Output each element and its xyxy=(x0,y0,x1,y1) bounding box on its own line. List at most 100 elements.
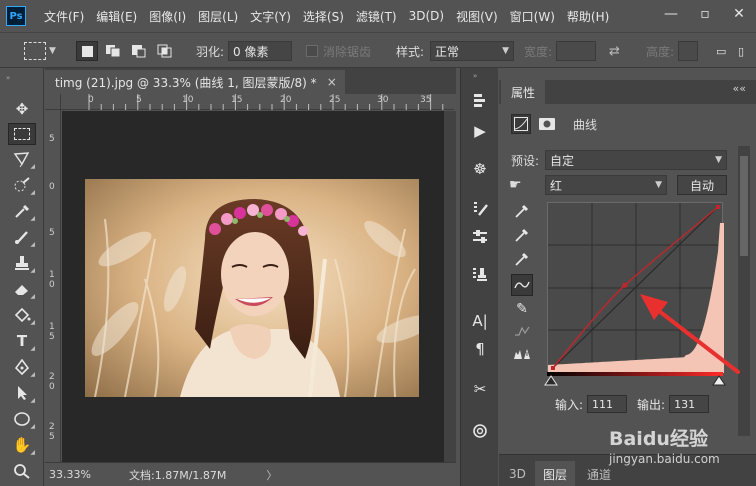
document-photo[interactable] xyxy=(85,179,419,397)
curves-adjustment-icon[interactable] xyxy=(511,114,531,134)
eyedropper-icon xyxy=(515,252,529,266)
feather-input[interactable]: 0 像素 xyxy=(228,41,293,61)
character-icon: A| xyxy=(472,312,488,330)
menu-file[interactable]: 文件(F) xyxy=(44,8,84,25)
channel-select[interactable]: 红 ▼ xyxy=(545,175,667,195)
scrollbar-thumb[interactable] xyxy=(740,156,748,256)
paragraph-panel-icon[interactable]: ¶ xyxy=(469,338,491,360)
clone-stamp-tool[interactable]: ◢ xyxy=(8,252,36,274)
menu-window[interactable]: 窗口(W) xyxy=(510,8,555,25)
stamp-icon xyxy=(473,268,487,281)
move-tool[interactable]: ✥ xyxy=(8,98,36,120)
pen-tool[interactable]: ◢ xyxy=(8,356,36,378)
adjustments-icon[interactable] xyxy=(469,226,491,248)
hand-tool[interactable]: ✋ ◢ xyxy=(8,434,36,456)
new-selection-button[interactable] xyxy=(76,41,98,61)
layer-mask-icon[interactable] xyxy=(537,114,557,134)
height-input[interactable] xyxy=(678,41,699,61)
toolbar-collapse-icon[interactable]: » xyxy=(6,74,10,82)
gray-point-eyedropper[interactable] xyxy=(511,224,533,246)
intersect-selection-button[interactable] xyxy=(154,41,176,61)
properties-tab[interactable]: 属性 xyxy=(501,80,546,104)
panel-collapse-icon[interactable]: «« xyxy=(733,82,746,95)
auto-button[interactable]: 自动 xyxy=(677,175,727,195)
output-field[interactable]: 131 xyxy=(669,395,710,413)
target-adjust-icon[interactable]: ☛ xyxy=(509,177,545,193)
menu-view[interactable]: 视图(V) xyxy=(456,8,498,25)
add-selection-button[interactable] xyxy=(102,41,124,61)
ruler-origin[interactable] xyxy=(45,94,61,110)
quick-selection-tool[interactable]: ◢ xyxy=(8,174,36,196)
character-panel-icon[interactable]: A| xyxy=(469,310,491,332)
style-select[interactable]: 正常 ▼ xyxy=(430,41,515,61)
tool-presets-icon[interactable]: ✂ xyxy=(469,378,491,400)
actions-panel-icon[interactable]: ▶ xyxy=(469,120,491,142)
preset-select[interactable]: 自定 ▼ xyxy=(545,150,727,170)
menu-type[interactable]: 文字(Y) xyxy=(250,8,291,25)
swap-dimensions-icon[interactable]: ⇄ xyxy=(609,33,620,69)
close-tab-icon[interactable]: × xyxy=(327,75,337,89)
canvas-area[interactable] xyxy=(62,111,454,462)
antialias-checkbox[interactable]: 消除锯齿 xyxy=(306,33,371,69)
type-tool[interactable]: T ◢ xyxy=(8,330,36,352)
navigator-panel-icon[interactable]: ☸ xyxy=(469,158,491,180)
crop-tool[interactable]: ◢ xyxy=(8,200,36,222)
clone-source-icon[interactable] xyxy=(469,264,491,286)
chevron-down-icon: ▼ xyxy=(49,46,56,56)
document-info: 文档:1.87M/1.87M xyxy=(129,468,227,482)
libraries-icon[interactable] xyxy=(469,420,491,442)
ruler-label: 0 xyxy=(49,182,55,192)
feather-label: 羽化: xyxy=(196,44,225,59)
input-output-row: 输入: 111 输出: 131 xyxy=(555,394,719,414)
hand-icon: ✋ xyxy=(12,436,32,454)
strip-collapse-icon[interactable]: » xyxy=(473,72,477,80)
adjustment-header: 曲线 xyxy=(511,112,597,136)
history-panel-icon[interactable] xyxy=(469,90,491,112)
zoom-tool[interactable] xyxy=(8,460,36,482)
path-selection-tool[interactable]: ◢ xyxy=(8,382,36,404)
close-window-button[interactable]: ✕ xyxy=(722,6,756,22)
ruler-label: 20 xyxy=(280,95,292,105)
menu-help[interactable]: 帮助(H) xyxy=(567,8,609,25)
brush-icon xyxy=(15,231,28,244)
rect-marquee-tool[interactable] xyxy=(8,123,36,145)
zoom-level[interactable]: 33.33% xyxy=(49,468,109,481)
marquee-preset-picker[interactable]: ▼ xyxy=(24,33,56,69)
smooth-curve-tool[interactable] xyxy=(511,320,533,342)
menu-layer[interactable]: 图层(L) xyxy=(198,8,238,25)
input-field[interactable]: 111 xyxy=(587,395,628,413)
paint-bucket-tool[interactable]: ◢ xyxy=(8,304,36,326)
brush-tool[interactable]: ◢ xyxy=(8,226,36,248)
minimize-button[interactable]: — xyxy=(654,6,688,22)
edit-points-tool[interactable] xyxy=(511,274,533,296)
draw-curve-tool[interactable]: ✎ xyxy=(511,298,533,320)
canvas-scrollbar[interactable] xyxy=(444,111,456,462)
eraser-tool[interactable]: ◢ xyxy=(8,278,36,300)
document-tab[interactable]: timg (21).jpg @ 33.3% (曲线 1, 图层蒙版/8) * × xyxy=(45,70,345,94)
black-point-eyedropper[interactable] xyxy=(511,200,533,222)
menu-edit[interactable]: 编辑(E) xyxy=(96,8,137,25)
tab-layers[interactable]: 图层 xyxy=(535,461,576,486)
menu-filter[interactable]: 滤镜(T) xyxy=(356,8,397,25)
status-bar: 33.33% 文档:1.87M/1.87M 〉 xyxy=(45,462,456,486)
menu-image[interactable]: 图像(I) xyxy=(149,8,186,25)
clipping-warning-toggle[interactable] xyxy=(511,342,533,364)
select-and-mask-button[interactable]: ▭ xyxy=(716,33,726,69)
width-input[interactable] xyxy=(556,41,597,61)
ruler-label: 1 xyxy=(49,322,55,332)
tab-3d[interactable]: 3D xyxy=(501,461,534,486)
mask-icon xyxy=(539,118,555,130)
options-more-button[interactable]: ▯ xyxy=(738,33,744,69)
white-point-eyedropper[interactable] xyxy=(511,248,533,270)
brush-settings-icon[interactable] xyxy=(469,198,491,220)
restore-button[interactable]: ▫ xyxy=(688,6,722,22)
status-menu-caret[interactable]: 〉 xyxy=(266,467,277,483)
lasso-icon xyxy=(13,152,30,167)
ellipse-tool[interactable]: ◢ xyxy=(8,408,36,430)
baidu-watermark-logo: Baidu经验 xyxy=(609,428,708,450)
subtract-selection-button[interactable] xyxy=(128,41,150,61)
menu-3d[interactable]: 3D(D) xyxy=(409,9,444,23)
ruler-label: 15 xyxy=(231,95,243,105)
menu-select[interactable]: 选择(S) xyxy=(303,8,344,25)
lasso-tool[interactable]: ◢ xyxy=(8,148,36,170)
